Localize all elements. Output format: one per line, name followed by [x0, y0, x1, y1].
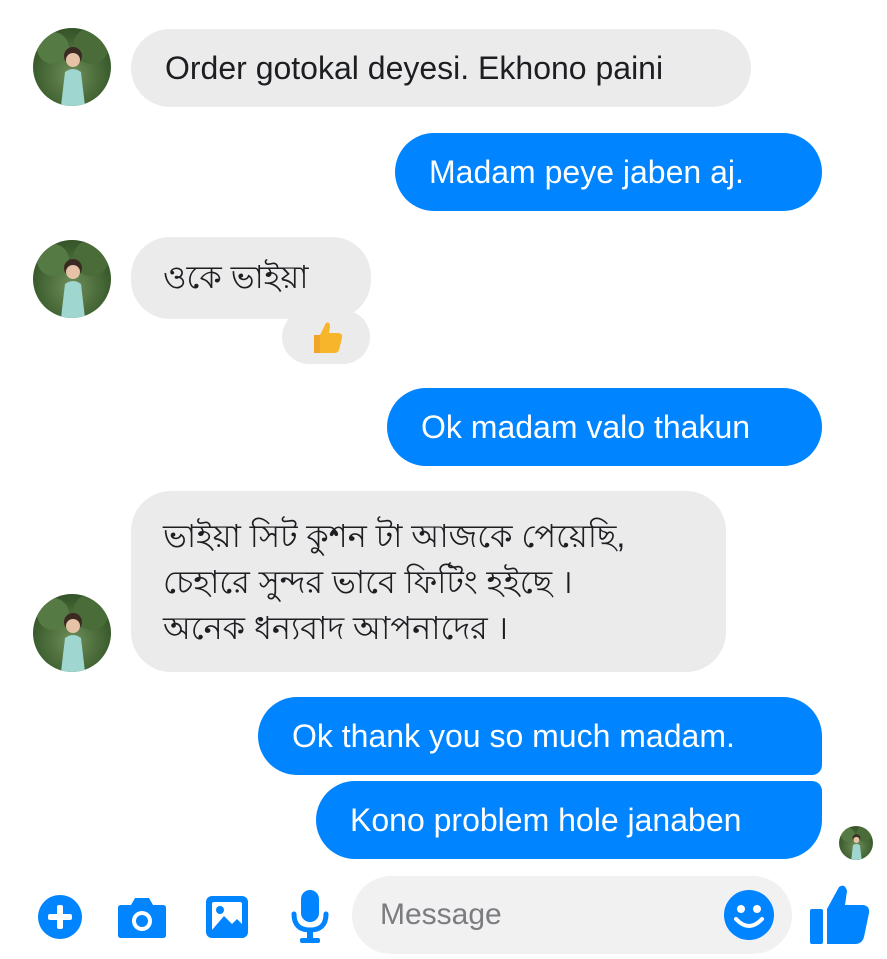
outgoing-message[interactable]: Ok madam valo thakun	[387, 388, 822, 466]
camera-icon	[118, 898, 166, 938]
read-receipt-avatar	[839, 826, 873, 860]
avatar-photo	[37, 240, 109, 318]
voice-button[interactable]	[286, 888, 334, 944]
message-text: Ok thank you so much madam.	[292, 718, 735, 754]
contact-avatar[interactable]	[33, 28, 111, 106]
incoming-message[interactable]: ওকে ভাইয়া	[131, 237, 371, 319]
outgoing-message[interactable]: Ok thank you so much madam.	[258, 697, 822, 775]
like-button[interactable]	[805, 880, 875, 948]
contact-avatar[interactable]	[33, 240, 111, 318]
microphone-icon	[291, 890, 329, 943]
avatar-photo	[37, 594, 109, 672]
plus-icon	[38, 895, 82, 939]
image-icon	[206, 896, 248, 938]
contact-avatar[interactable]	[33, 594, 111, 672]
incoming-message[interactable]: ভাইয়া সিট কুশন টা আজকে পেয়েছি, চেহারে …	[131, 491, 726, 672]
outgoing-message[interactable]: Madam peye jaben aj.	[395, 133, 822, 211]
emoji-button[interactable]	[722, 888, 776, 942]
message-reaction[interactable]	[282, 310, 370, 364]
message-text: Madam peye jaben aj.	[429, 154, 744, 190]
outgoing-message[interactable]: Kono problem hole janaben	[316, 781, 822, 859]
plus-button[interactable]	[36, 893, 84, 941]
message-line: চেহারে সুন্দর ভাবে ফিটিং হইছে ।	[163, 564, 573, 600]
message-input[interactable]: Message	[352, 876, 792, 954]
like-icon	[810, 885, 870, 944]
message-text: ওকে ভাইয়া	[163, 259, 309, 295]
avatar-photo	[840, 826, 873, 860]
message-placeholder: Message	[380, 898, 502, 931]
thumbs-up-icon	[314, 322, 343, 353]
message-text: Order gotokal deyesi. Ekhono paini	[165, 50, 664, 86]
message-text: Kono problem hole janaben	[350, 802, 742, 838]
avatar-photo	[37, 28, 109, 106]
message-text: Ok madam valo thakun	[421, 409, 751, 445]
message-line: অনেক ধন্যবাদ আপনাদের ।	[163, 610, 509, 646]
gallery-button[interactable]	[201, 891, 253, 943]
emoji-icon	[724, 890, 774, 940]
incoming-message[interactable]: Order gotokal deyesi. Ekhono paini	[131, 29, 751, 107]
camera-button[interactable]	[116, 893, 168, 941]
message-line: ভাইয়া সিট কুশন টা আজকে পেয়েছি,	[163, 518, 626, 554]
